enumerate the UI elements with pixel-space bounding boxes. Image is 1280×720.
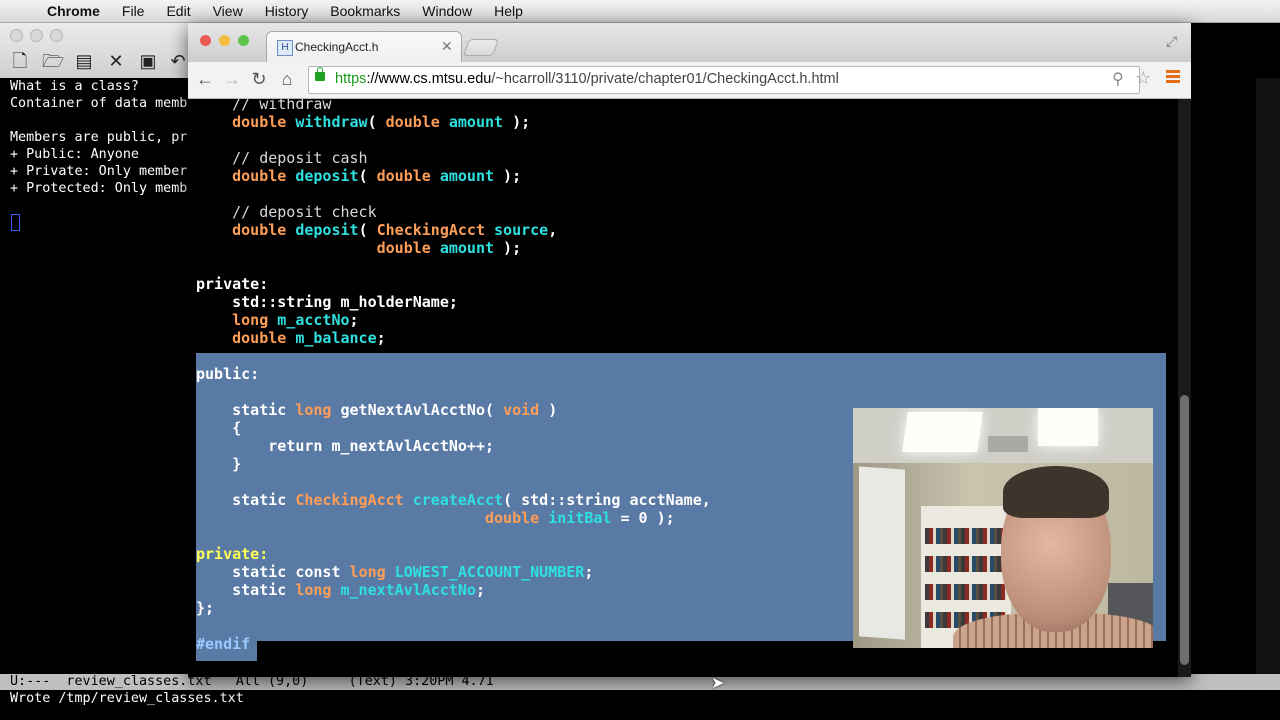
- tab-checkingacct[interactable]: H CheckingAcct.h ✕: [266, 31, 462, 63]
- emacs-line: + Private: Only member: [10, 164, 188, 179]
- emacs-minimize-button[interactable]: [30, 29, 43, 42]
- code-line: public:: [196, 365, 260, 383]
- menu-app-name[interactable]: Chrome: [36, 3, 111, 19]
- code-line: double amount );: [376, 239, 522, 257]
- url-host: ://www.cs.mtsu.edu: [366, 71, 492, 87]
- browser-toolbar: ← → ↻ ⌂ https://www.cs.mtsu.edu/~hcarrol…: [188, 62, 1191, 99]
- url-path: /~hcarroll/3110/private/chapter01/Checki…: [491, 71, 839, 87]
- code-line: long m_acctNo;: [232, 311, 359, 329]
- menu-edit[interactable]: Edit: [155, 3, 201, 19]
- code-line: static const long LOWEST_ACCOUNT_NUMBER;: [232, 563, 594, 581]
- emacs-minibuffer[interactable]: Wrote /tmp/review_classes.txt: [10, 690, 244, 707]
- bookmark-star-icon[interactable]: ☆: [1135, 68, 1151, 89]
- webcam-ceiling-light: [1038, 408, 1098, 446]
- code-line: private:: [196, 275, 269, 293]
- webcam-video-overlay: [853, 408, 1153, 648]
- menu-help[interactable]: Help: [483, 3, 534, 19]
- emacs-line: Container of data memb: [10, 96, 188, 111]
- window-minimize-button[interactable]: [219, 35, 230, 46]
- emacs-line: + Public: Anyone: [10, 147, 139, 162]
- code-line: std::string m_holderName;: [232, 293, 458, 311]
- code-line: // deposit cash: [196, 149, 368, 167]
- back-arrow-icon[interactable]: ←: [194, 68, 216, 90]
- reload-icon[interactable]: ↻: [248, 68, 270, 90]
- emacs-line: + Protected: Only memb: [10, 181, 188, 196]
- menu-history[interactable]: History: [254, 3, 320, 19]
- emacs-line: [10, 112, 187, 129]
- page-favicon-icon: H: [277, 40, 293, 56]
- code-line: static long getNextAvlAcctNo( void ): [232, 401, 558, 419]
- address-bar[interactable]: https://www.cs.mtsu.edu/~hcarroll/3110/p…: [308, 66, 1151, 94]
- menu-window[interactable]: Window: [411, 3, 483, 19]
- url-text[interactable]: https://www.cs.mtsu.edu/~hcarroll/3110/p…: [335, 71, 839, 87]
- webcam-vent: [988, 436, 1028, 452]
- zoom-icon[interactable]: ⚲: [1112, 69, 1124, 89]
- scrollbar-thumb[interactable]: [1180, 395, 1189, 665]
- webcam-books: [925, 556, 1007, 572]
- home-icon[interactable]: ⌂: [276, 68, 298, 90]
- webcam-person-hair: [1003, 466, 1109, 518]
- lock-icon: [315, 67, 325, 81]
- code-line: double m_balance;: [232, 329, 386, 347]
- mouse-pointer-icon: ➤: [711, 675, 725, 692]
- forward-arrow-icon[interactable]: →: [221, 68, 243, 90]
- webcam-ceiling-light: [902, 412, 983, 452]
- new-tab-button[interactable]: [462, 39, 500, 56]
- page-scrollbar[interactable]: [1178, 99, 1191, 677]
- code-line: // deposit check: [196, 203, 377, 221]
- emacs-zoom-button[interactable]: [50, 29, 63, 42]
- menu-file[interactable]: File: [111, 3, 156, 19]
- menu-bar: Chrome File Edit View History Bookmarks …: [0, 0, 1280, 23]
- code-line: double initBal = 0 );: [484, 509, 675, 527]
- code-line: private:: [196, 545, 269, 563]
- code-line: #endif: [196, 635, 251, 653]
- code-line: static CheckingAcct createAcct( std::str…: [232, 491, 711, 509]
- open-folder-icon[interactable]: 🗁: [42, 51, 64, 71]
- save-icon[interactable]: ▣: [138, 51, 158, 71]
- emacs-line: What is a class?: [10, 79, 139, 94]
- close-buffer-icon[interactable]: ✕: [106, 51, 126, 71]
- emacs-close-button[interactable]: [10, 29, 23, 42]
- code-line: {: [232, 419, 242, 437]
- window-close-button[interactable]: [200, 35, 211, 46]
- code-line: double deposit( CheckingAcct source,: [232, 221, 558, 239]
- code-line: return m_nextAvlAcctNo++;: [268, 437, 495, 455]
- emacs-cursor: [11, 214, 20, 231]
- dired-icon[interactable]: ▤: [74, 51, 94, 71]
- webcam-books: [925, 584, 1007, 600]
- new-file-icon[interactable]: 🗋: [10, 51, 30, 71]
- webcam-whiteboard: [859, 466, 905, 640]
- tab-close-icon[interactable]: ✕: [441, 38, 453, 55]
- url-scheme: https: [335, 71, 367, 87]
- code-line: // withdraw: [196, 99, 332, 113]
- tab-strip: H CheckingAcct.h ✕ ⤢: [188, 23, 1191, 63]
- window-zoom-button[interactable]: [238, 35, 249, 46]
- tab-title: CheckingAcct.h: [295, 40, 379, 54]
- code-line: };: [196, 599, 215, 617]
- undo-icon[interactable]: ↶: [168, 51, 188, 71]
- fullscreen-icon[interactable]: ⤢: [1166, 33, 1177, 50]
- emacs-toolbar: 🗋 🗁 ▤ ✕ ▣ ↶: [0, 23, 200, 78]
- menu-view[interactable]: View: [202, 3, 254, 19]
- menu-bookmarks[interactable]: Bookmarks: [319, 3, 411, 19]
- code-listing[interactable]: // withdraw double withdraw( double amou…: [196, 99, 711, 653]
- code-line: static long m_nextAvlAcctNo;: [232, 581, 485, 599]
- code-line: double deposit( double amount );: [232, 167, 522, 185]
- code-line: double withdraw( double amount );: [232, 113, 531, 131]
- chrome-menu-icon[interactable]: [1166, 70, 1180, 85]
- emacs-line: Members are public, pr: [10, 130, 188, 145]
- emacs-right-fringe: [1256, 78, 1280, 674]
- code-line: }: [232, 455, 242, 473]
- emacs-buffer-text[interactable]: What is a class? Container of data memb Me…: [10, 78, 187, 197]
- webcam-books: [925, 528, 1007, 544]
